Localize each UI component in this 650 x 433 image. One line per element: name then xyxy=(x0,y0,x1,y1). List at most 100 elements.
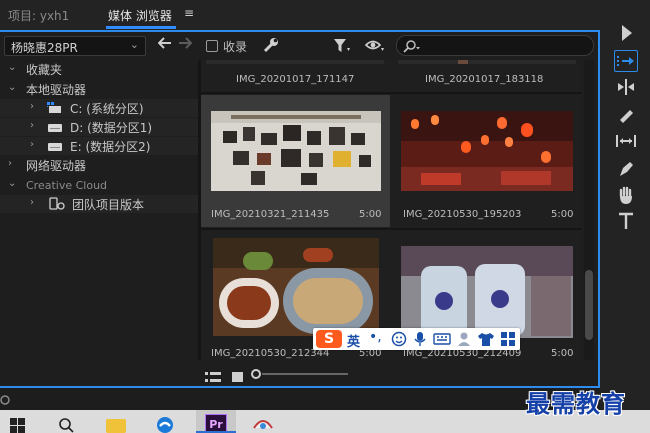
type-tool[interactable] xyxy=(614,210,638,232)
clip-name: IMG_20210530_212344 xyxy=(211,348,330,359)
keyboard-icon[interactable] xyxy=(433,331,451,351)
clip-name: IMG_20210530_195203 xyxy=(403,209,522,220)
hand-icon xyxy=(619,186,632,204)
track-select-icon xyxy=(617,56,634,66)
chevron-down-icon[interactable]: ⌄ xyxy=(8,178,16,189)
tree-item-label: 收藏夹 xyxy=(26,63,63,77)
emoji-icon[interactable] xyxy=(391,331,407,351)
edge-browser-icon[interactable] xyxy=(156,416,174,433)
tree-item-creative-cloud[interactable]: ⌄ Creative Cloud xyxy=(0,176,198,194)
team-project-icon xyxy=(49,197,67,214)
microphone-icon[interactable] xyxy=(413,331,427,351)
chevron-right-icon[interactable]: › xyxy=(30,197,34,208)
taskbar-search-icon[interactable] xyxy=(58,417,74,433)
tree-item-label: 网络驱动器 xyxy=(26,159,87,173)
panel-bottom-bar xyxy=(0,360,598,386)
ime-punct-toggle[interactable]: •, xyxy=(369,329,382,345)
selection-tool[interactable] xyxy=(614,22,638,44)
skin-shirt-icon[interactable] xyxy=(477,331,495,351)
hand-tool[interactable] xyxy=(614,184,638,206)
watermark-logo: 最需教育 xyxy=(526,389,626,418)
drive-dropdown-value: 杨晓惠28PR xyxy=(11,41,78,55)
panel-tab-bar: 项目: yxh1 媒体 浏览器 ≡ xyxy=(0,0,600,30)
zoom-slider-track[interactable] xyxy=(262,373,348,375)
tree-item-network-drives[interactable]: › 网络驱动器 xyxy=(0,156,198,174)
tree-item-drive-c[interactable]: › C: (系统分区) xyxy=(0,99,198,117)
clip-duration: 5:00 xyxy=(551,209,574,220)
ripple-edit-icon xyxy=(618,79,634,95)
folder-tree: ⌄ 收藏夹 ⌄ 本地驱动器 › C: (系统分区) › D: (数据分区1) ›… xyxy=(0,60,198,360)
clip-name: IMG_20210321_211435 xyxy=(211,209,330,220)
clip-preview xyxy=(206,60,384,64)
tree-item-label: Creative Cloud xyxy=(26,179,108,192)
tree-item-label: 本地驱动器 xyxy=(26,83,87,97)
wrench-icon[interactable] xyxy=(262,36,280,58)
slip-tool[interactable] xyxy=(614,130,638,152)
chevron-right-icon[interactable]: › xyxy=(30,120,34,131)
clip-thumbnail[interactable]: IMG_20210530_195203 5:00 xyxy=(393,95,582,227)
eye-icon[interactable] xyxy=(364,38,385,57)
windows-start-icon[interactable] xyxy=(10,418,26,433)
clip-preview xyxy=(401,111,573,191)
tab-project[interactable]: 项目: yxh1 xyxy=(8,7,69,24)
chevron-right-icon[interactable]: › xyxy=(30,139,34,150)
grid-scrollbar[interactable] xyxy=(584,60,594,360)
clip-preview xyxy=(211,111,381,191)
media-thumbnail-grid: IMG_20201017_171147 IMG_20201017_183118 xyxy=(201,60,582,360)
drive-icon xyxy=(47,140,63,155)
type-icon xyxy=(619,212,633,229)
ime-toolbar: S 英 •, xyxy=(313,328,520,350)
clip-thumbnail[interactable]: IMG_20201017_171147 xyxy=(201,60,389,95)
ripple-edit-tool[interactable] xyxy=(614,76,638,98)
pen-tool[interactable] xyxy=(614,158,638,180)
chevron-down-icon[interactable]: ⌄ xyxy=(8,82,16,93)
toolbox-grid-icon[interactable] xyxy=(500,331,516,351)
chevron-right-icon[interactable]: › xyxy=(30,101,34,112)
icon-view-icon[interactable] xyxy=(232,368,243,387)
tree-item-label: D: (数据分区1) xyxy=(70,121,153,135)
favorite-checkbox[interactable] xyxy=(206,40,218,52)
favorite-label: 收录 xyxy=(223,40,248,54)
drive-icon xyxy=(47,121,63,136)
clip-duration: 5:00 xyxy=(551,348,574,359)
drive-icon xyxy=(47,102,63,117)
track-select-tool[interactable] xyxy=(614,50,638,72)
app-icon[interactable] xyxy=(252,416,274,433)
slip-icon xyxy=(616,135,636,147)
zoom-slider-handle[interactable] xyxy=(251,369,261,379)
list-view-icon[interactable] xyxy=(205,368,221,387)
tree-item-favorites[interactable]: ⌄ 收藏夹 xyxy=(0,60,198,78)
user-icon[interactable] xyxy=(457,331,471,351)
arrow-pointer-icon xyxy=(622,25,632,41)
forward-arrow-icon[interactable] xyxy=(178,37,193,53)
clip-thumbnail[interactable]: IMG_20201017_183118 xyxy=(393,60,581,95)
razor-tool[interactable] xyxy=(614,104,638,126)
search-input[interactable] xyxy=(396,35,594,56)
clip-preview xyxy=(213,238,379,336)
tree-item-drive-e[interactable]: › E: (数据分区2) xyxy=(0,137,198,155)
chevron-right-icon[interactable]: › xyxy=(8,158,12,169)
panel-menu-button[interactable]: ≡ xyxy=(184,6,194,20)
clip-thumbnail-selected[interactable]: IMG_20210321_211435 5:00 xyxy=(201,95,390,227)
tree-item-team-projects[interactable]: › 团队项目版本 xyxy=(0,195,198,213)
scrollbar-thumb[interactable] xyxy=(585,270,593,340)
drive-dropdown[interactable]: 杨晓惠28PR ⌄ xyxy=(4,36,146,56)
chevron-down-icon[interactable]: ⌄ xyxy=(8,62,16,73)
pen-icon xyxy=(620,162,633,176)
file-explorer-icon[interactable] xyxy=(106,419,126,433)
tab-media-browser[interactable]: 媒体 浏览器 xyxy=(108,7,172,24)
tree-item-local-drives[interactable]: ⌄ 本地驱动器 xyxy=(0,80,198,98)
chevron-down-icon: ⌄ xyxy=(129,38,139,51)
clip-name: IMG_20201017_171147 xyxy=(236,74,355,85)
active-tab-indicator xyxy=(106,26,176,29)
tree-item-drive-d[interactable]: › D: (数据分区1) xyxy=(0,118,198,136)
ime-mode-toggle[interactable]: 英 xyxy=(347,331,360,350)
tree-item-label: E: (数据分区2) xyxy=(70,140,151,154)
tree-item-label: 团队项目版本 xyxy=(72,198,145,212)
back-arrow-icon[interactable] xyxy=(157,37,172,53)
sogou-logo-icon[interactable]: S xyxy=(316,330,342,348)
filter-icon[interactable] xyxy=(333,38,351,58)
clip-preview xyxy=(398,60,576,64)
tree-item-label: C: (系统分区) xyxy=(70,102,144,116)
tools-panel xyxy=(600,0,650,410)
